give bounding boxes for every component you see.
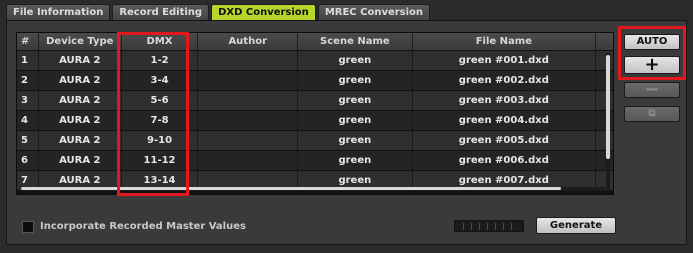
- cell-number: 6: [17, 151, 39, 170]
- cell-file-name[interactable]: green #003.dxd: [413, 91, 597, 110]
- progress-bar: [454, 220, 524, 232]
- cell-scene-name[interactable]: green: [298, 111, 413, 130]
- table-body: 1 AURA 2 1-2 green green #001.dxd 2 AURA…: [17, 51, 613, 191]
- cell-scene-name[interactable]: green: [298, 151, 413, 170]
- copy-icon[interactable]: ⧉: [624, 106, 680, 122]
- horizontal-scroll-thumb[interactable]: [21, 187, 561, 190]
- cell-number: 1: [17, 51, 39, 70]
- incorporate-master-label: Incorporate Recorded Master Values: [40, 221, 246, 232]
- table-header: # Device Type DMX Author Scene Name File…: [17, 33, 613, 51]
- cell-scene-name[interactable]: green: [298, 91, 413, 110]
- dmx-column-highlight: [117, 32, 189, 196]
- column-header-file-name[interactable]: File Name: [413, 33, 597, 50]
- vertical-scrollbar[interactable]: [606, 53, 610, 191]
- generate-button[interactable]: Generate: [536, 217, 616, 234]
- cell-number: 4: [17, 111, 39, 130]
- cell-scene-name[interactable]: green: [298, 131, 413, 150]
- cell-author[interactable]: [198, 131, 299, 150]
- cell-author[interactable]: [198, 51, 299, 70]
- auto-button[interactable]: AUTO: [624, 34, 680, 50]
- cell-file-name[interactable]: green #005.dxd: [413, 131, 597, 150]
- horizontal-scrollbar[interactable]: [21, 187, 605, 191]
- cell-file-name[interactable]: green #001.dxd: [413, 51, 597, 70]
- cell-file-name[interactable]: green #004.dxd: [413, 111, 597, 130]
- incorporate-master-checkbox[interactable]: [22, 221, 34, 233]
- cell-author[interactable]: [198, 91, 299, 110]
- cell-device-type: AURA 2: [39, 71, 122, 90]
- cell-device-type: AURA 2: [39, 111, 122, 130]
- table-row[interactable]: 5 AURA 2 9-10 green green #005.dxd: [17, 131, 613, 151]
- column-header-scene-name[interactable]: Scene Name: [298, 33, 413, 50]
- table-row[interactable]: 6 AURA 2 11-12 green green #006.dxd: [17, 151, 613, 171]
- cell-device-type: AURA 2: [39, 131, 122, 150]
- plus-icon[interactable]: +: [624, 56, 680, 74]
- table-row[interactable]: 1 AURA 2 1-2 green green #001.dxd: [17, 51, 613, 71]
- table-row[interactable]: 3 AURA 2 5-6 green green #003.dxd: [17, 91, 613, 111]
- column-header-author[interactable]: Author: [198, 33, 299, 50]
- cell-scene-name[interactable]: green: [298, 51, 413, 70]
- cell-device-type: AURA 2: [39, 91, 122, 110]
- column-header-spacer: [596, 33, 613, 50]
- table-row[interactable]: 2 AURA 2 3-4 green green #002.dxd: [17, 71, 613, 91]
- tab-bar: File Information Record Editing DXD Conv…: [6, 4, 432, 20]
- cell-device-type: AURA 2: [39, 51, 122, 70]
- cell-number: 3: [17, 91, 39, 110]
- cell-author[interactable]: [198, 71, 299, 90]
- tab-file-information[interactable]: File Information: [6, 4, 111, 20]
- tab-mrec-conversion[interactable]: MREC Conversion: [317, 4, 431, 20]
- cell-author[interactable]: [198, 111, 299, 130]
- tab-dxd-conversion[interactable]: DXD Conversion: [211, 4, 316, 20]
- column-header-number[interactable]: #: [17, 33, 39, 50]
- vertical-scroll-thumb[interactable]: [606, 55, 610, 159]
- minus-icon[interactable]: −: [624, 81, 680, 99]
- cell-author[interactable]: [198, 151, 299, 170]
- cell-file-name[interactable]: green #002.dxd: [413, 71, 597, 90]
- tab-record-editing[interactable]: Record Editing: [112, 4, 210, 20]
- cell-number: 2: [17, 71, 39, 90]
- cell-file-name[interactable]: green #006.dxd: [413, 151, 597, 170]
- cell-number: 5: [17, 131, 39, 150]
- cell-device-type: AURA 2: [39, 151, 122, 170]
- conversion-table: # Device Type DMX Author Scene Name File…: [16, 32, 614, 195]
- column-header-device-type[interactable]: Device Type: [39, 33, 122, 50]
- cell-scene-name[interactable]: green: [298, 71, 413, 90]
- table-row[interactable]: 4 AURA 2 7-8 green green #004.dxd: [17, 111, 613, 131]
